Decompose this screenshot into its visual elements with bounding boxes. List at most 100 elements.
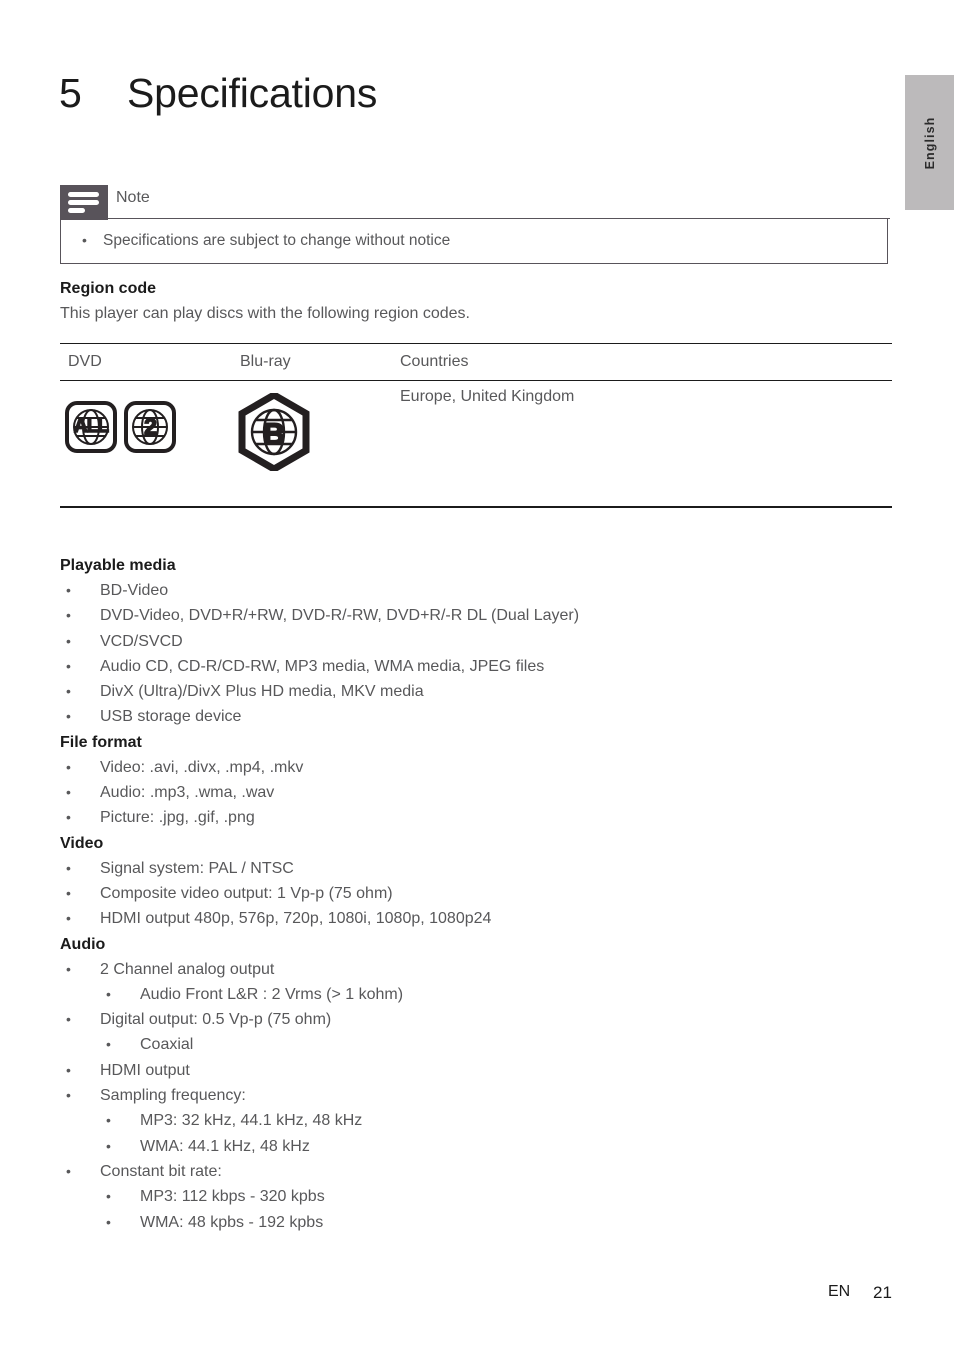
svg-text:B: B xyxy=(263,418,285,451)
page-title: 5 Specifications xyxy=(59,70,377,117)
list-item: • WMA: 44.1 kHz, 48 kHz xyxy=(60,1134,900,1159)
dvd-region-2-icon: 2 xyxy=(124,401,176,453)
note-item-text: Specifications are subject to change wit… xyxy=(103,232,451,249)
dvd-region-all-icon: ALL xyxy=(65,401,117,453)
list-bullet: • xyxy=(66,708,71,725)
list-bullet: • xyxy=(106,1188,111,1205)
list-item-text: Audio Front L&R : 2 Vrms (> 1 kohm) xyxy=(140,985,404,1003)
list-item-text: DVD-Video, DVD+R/+RW, DVD-R/-RW, DVD+R/-… xyxy=(100,607,580,625)
list-bullet: • xyxy=(66,910,71,927)
list-item: • MP3: 32 kHz, 44.1 kHz, 48 kHz xyxy=(60,1108,900,1133)
note-item: • Specifications are subject to change wi… xyxy=(82,232,450,250)
note-box-top-rule xyxy=(108,218,890,219)
list-item-text: WMA: 48 kpbs - 192 kpbs xyxy=(140,1213,324,1231)
list-bullet: • xyxy=(66,632,71,649)
list-bullet: • xyxy=(66,582,71,598)
table-header-countries: Countries xyxy=(400,353,469,370)
list-bullet: • xyxy=(66,859,71,876)
table-rule-header xyxy=(60,380,892,381)
list-item-text: Sampling frequency: xyxy=(100,1087,246,1105)
list-item-text: HDMI output 480p, 576p, 720p, 1080i, 108… xyxy=(100,910,492,928)
list-item-text: DivX (Ultra)/DivX Plus HD media, MKV med… xyxy=(100,683,424,701)
note-icon-bar-3 xyxy=(68,208,85,213)
dvd-region-2-label: 2 xyxy=(143,413,157,441)
list-item: • Sampling frequency: xyxy=(60,1083,900,1108)
list-item-text: VCD/SVCD xyxy=(100,632,183,650)
list-item-text: Coaxial xyxy=(140,1036,194,1054)
list-item: • HDMI output 480p, 576p, 720p, 1080i, 10… xyxy=(60,906,900,931)
list-item: • 2 Channel analog output xyxy=(60,957,900,982)
list-item: • Audio: .mp3, .wma, .wav xyxy=(60,780,900,805)
region-code-heading: Region code xyxy=(60,280,157,297)
language-side-tab-label: English xyxy=(922,116,937,169)
note-icon-bar-2 xyxy=(68,200,99,205)
note-icon-bar-1 xyxy=(68,192,99,197)
list-item-text: MP3: 112 kbps - 320 kpbs xyxy=(140,1188,325,1206)
list-item-text: 2 Channel analog output xyxy=(100,960,275,978)
list-bullet: • xyxy=(66,884,71,901)
note-item-bullet: • xyxy=(82,232,87,248)
list-item: • BD-Video xyxy=(60,578,900,603)
list-item: • HDMI output xyxy=(60,1058,900,1083)
list-item-text: Picture: .jpg, .gif, .png xyxy=(100,809,255,827)
list-bullet: • xyxy=(66,960,71,977)
note-lines-icon xyxy=(60,185,108,220)
list-item: • Composite video output: 1 Vp-p (75 ohm) xyxy=(60,881,900,906)
bluray-region-b-icon: B xyxy=(238,390,310,474)
list-item-text: BD-Video xyxy=(100,582,169,599)
list-item: • Picture: .jpg, .gif, .png xyxy=(60,805,900,830)
list-bullet: • xyxy=(66,1162,71,1179)
section-heading: Video xyxy=(60,834,104,852)
list-item: • Signal system: PAL / NTSC xyxy=(60,856,900,881)
list-bullet: • xyxy=(66,1061,71,1078)
list-item: • WMA: 48 kpbs - 192 kpbs xyxy=(60,1210,900,1235)
list-bullet: • xyxy=(66,1011,71,1028)
region-code-description: This player can play discs with the foll… xyxy=(60,305,470,322)
footer-language-code: EN xyxy=(828,1283,851,1300)
list-item-text: Signal system: PAL / NTSC xyxy=(100,859,294,877)
footer-page-number: 21 xyxy=(873,1283,892,1302)
language-side-tab: English xyxy=(905,75,954,210)
list-bullet: • xyxy=(66,758,71,775)
list-item-text: Video: .avi, .divx, .mp4, .mkv xyxy=(100,758,304,776)
table-rule-bottom xyxy=(60,506,892,508)
chapter-number: 5 xyxy=(59,70,82,116)
section-heading: Audio xyxy=(60,935,106,953)
dvd-region-icons: ALL 2 xyxy=(65,401,176,453)
list-bullet: • xyxy=(66,1087,71,1104)
list-item: • Audio Front L&R : 2 Vrms (> 1 kohm) xyxy=(60,982,900,1007)
table-header-bluray: Blu-ray xyxy=(240,353,291,370)
list-item-text: Digital output: 0.5 Vp-p (75 ohm) xyxy=(100,1011,332,1029)
list-bullet: • xyxy=(106,1112,111,1129)
note-label: Note xyxy=(116,189,156,207)
list-item: • Audio CD, CD-R/CD-RW, MP3 media, WMA me… xyxy=(60,654,900,679)
list-item: • Video: .avi, .divx, .mp4, .mkv xyxy=(60,755,900,780)
list-item-text: Composite video output: 1 Vp-p (75 ohm) xyxy=(100,884,393,902)
list-item: • Digital output: 0.5 Vp-p (75 ohm) xyxy=(60,1007,900,1032)
section-heading: File format xyxy=(60,733,142,751)
list-item-text: WMA: 44.1 kHz, 48 kHz xyxy=(140,1137,310,1155)
list-bullet: • xyxy=(106,1137,111,1154)
list-bullet: • xyxy=(66,809,71,826)
table-header-dvd: DVD xyxy=(68,353,102,370)
list-item-text: Constant bit rate: xyxy=(100,1162,222,1180)
list-item-text: MP3: 32 kHz, 44.1 kHz, 48 kHz xyxy=(140,1112,363,1130)
list-item: • DivX (Ultra)/DivX Plus HD media, MKV me… xyxy=(60,679,900,704)
list-item: • Coaxial xyxy=(60,1032,900,1057)
list-item: • Constant bit rate: xyxy=(60,1159,900,1184)
chapter-title: Specifications xyxy=(127,70,378,116)
list-item: • VCD/SVCD xyxy=(60,629,900,654)
list-bullet: • xyxy=(66,657,71,674)
list-item-text: Audio CD, CD-R/CD-RW, MP3 media, WMA med… xyxy=(100,657,545,675)
list-bullet: • xyxy=(66,683,71,700)
list-bullet: • xyxy=(106,985,111,1002)
list-item: • DVD-Video, DVD+R/+RW, DVD-R/-RW, DVD+R/… xyxy=(60,603,900,628)
section-heading: Playable media xyxy=(60,557,176,574)
list-bullet: • xyxy=(66,784,71,801)
list-bullet: • xyxy=(66,607,71,624)
bluray-hexagon-graphic: B xyxy=(238,390,310,474)
list-item: • MP3: 112 kbps - 320 kpbs xyxy=(60,1184,900,1209)
table-rule-top xyxy=(60,343,892,344)
list-item: • USB storage device xyxy=(60,704,900,729)
list-item-text: Audio: .mp3, .wma, .wav xyxy=(100,784,275,802)
